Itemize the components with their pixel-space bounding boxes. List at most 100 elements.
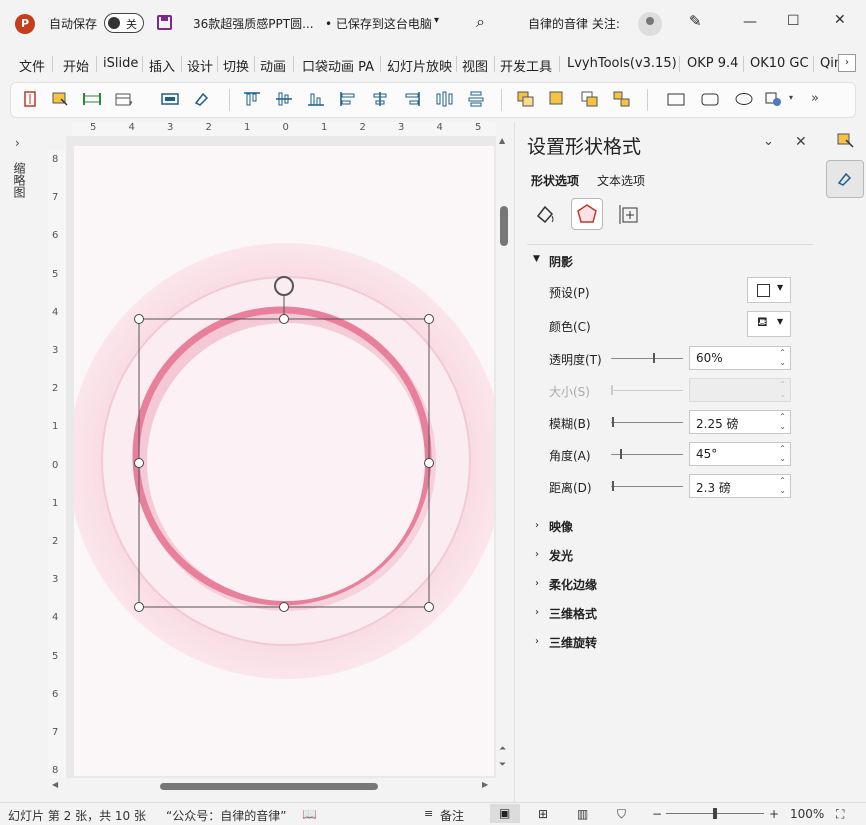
preset-dropdown[interactable]: ▼ (747, 277, 791, 303)
notes-icon[interactable]: ≡ (424, 807, 433, 820)
frame-icon[interactable] (161, 91, 179, 107)
angle-slider[interactable] (611, 449, 683, 459)
shadow-color-dropdown[interactable]: ⛾ ▼ (747, 311, 791, 337)
effects-tab-button[interactable] (571, 198, 603, 230)
angle-slider-thumb[interactable] (620, 449, 622, 459)
reading-view-icon[interactable]: ▥ (577, 807, 588, 821)
section-3d-format[interactable]: 三维格式 (549, 605, 597, 622)
rectangle-shape-icon[interactable] (667, 91, 685, 107)
pane-close-icon[interactable]: ✕ (795, 134, 807, 150)
tab-file[interactable]: 文件 (19, 56, 45, 75)
tab-okp[interactable]: OKP 9.4 (687, 56, 738, 71)
align-center-icon[interactable] (371, 91, 389, 107)
chevron-right-icon[interactable]: › (535, 549, 539, 560)
chevron-right-icon[interactable]: › (535, 607, 539, 618)
distance-slider-thumb[interactable] (612, 481, 614, 491)
grid-layout-icon[interactable]: ▾ (115, 91, 133, 107)
tab-islide[interactable]: iSlide (103, 56, 138, 71)
section-3d-rotation[interactable]: 三维旋转 (549, 634, 597, 651)
tab-animations[interactable]: 动画 (260, 56, 286, 75)
bring-forward-icon[interactable] (581, 91, 599, 107)
avatar[interactable] (638, 12, 662, 36)
chevron-right-icon[interactable]: › (535, 636, 539, 647)
resize-handle[interactable] (424, 314, 434, 324)
size-properties-icon[interactable] (617, 202, 641, 226)
expand-thumbnails-icon[interactable]: › (15, 136, 20, 150)
zoom-in-icon[interactable]: + (769, 807, 779, 821)
shape-fill-icon[interactable] (765, 91, 783, 107)
section-soft-edges[interactable]: 柔化边缘 (549, 576, 597, 593)
chevron-right-icon[interactable]: › (535, 578, 539, 589)
autosave-toggle[interactable]: 关 (104, 13, 144, 33)
spin-arrows-icon[interactable]: ⌃ ⌄ (779, 444, 786, 464)
tab-design[interactable]: 设计 (187, 56, 213, 75)
angle-input[interactable]: 45° ⌃ ⌄ (689, 442, 791, 466)
save-icon[interactable] (157, 15, 172, 30)
zoom-out-icon[interactable]: − (652, 807, 662, 821)
tab-lvyhtools[interactable]: LvyhTools(v3.15) (567, 56, 677, 71)
horizontal-scroll-thumb[interactable] (160, 783, 378, 790)
blur-slider-thumb[interactable] (612, 417, 614, 427)
slide-canvas[interactable] (74, 146, 494, 776)
section-shadow[interactable]: 阴影 (549, 253, 573, 270)
chevron-down-icon[interactable]: ▾ (789, 93, 793, 102)
section-glow[interactable]: 发光 (549, 547, 573, 564)
rounded-rectangle-icon[interactable] (701, 91, 719, 107)
spin-arrows-icon[interactable]: ⌃ ⌄ (779, 412, 786, 432)
zoom-slider-thumb[interactable] (713, 808, 717, 819)
align-bottom-icon[interactable] (307, 91, 325, 107)
notes-button[interactable]: 备注 (440, 807, 464, 824)
align-left-icon[interactable] (339, 91, 357, 107)
transparency-input[interactable]: 60% ⌃ ⌄ (689, 346, 791, 370)
chevron-down-icon[interactable]: ▼ (533, 254, 540, 264)
horizontal-ruler[interactable]: 5 4 3 2 1 0 1 2 3 4 5 (72, 122, 496, 136)
group-icon[interactable] (517, 91, 535, 107)
format-shape-rail-button[interactable] (826, 160, 864, 198)
tab-shape-options[interactable]: 形状选项 (531, 172, 579, 189)
resize-handle[interactable] (134, 314, 144, 324)
next-slide-icon[interactable]: ⏷ (499, 760, 506, 770)
resize-handle[interactable] (134, 458, 144, 468)
designer-pen-icon[interactable]: ✎ (689, 12, 702, 30)
tab-transitions[interactable]: 切换 (223, 56, 249, 75)
slide-sorter-icon[interactable]: ⊞ (538, 807, 548, 821)
align-right-icon[interactable] (403, 91, 421, 107)
document-title[interactable]: 36款超强质感PPT圆... (193, 15, 314, 32)
normal-view-button[interactable]: ▣ (490, 804, 520, 823)
section-reflection[interactable]: 映像 (549, 518, 573, 535)
tab-home[interactable]: 开始 (63, 56, 89, 75)
horizontal-scrollbar[interactable]: ◀ ▶ (48, 778, 496, 794)
transparency-slider[interactable] (611, 353, 683, 363)
resize-width-icon[interactable] (83, 91, 101, 107)
distance-slider[interactable] (611, 481, 683, 491)
close-icon[interactable]: ✕ (834, 12, 846, 28)
slideshow-icon[interactable]: ⛉ (617, 807, 626, 822)
accessibility-icon[interactable]: 📖 (302, 807, 317, 821)
scroll-up-icon[interactable]: ▲ (499, 136, 505, 145)
status-account-text[interactable]: “公众号：自律的音律” (166, 807, 286, 824)
align-distribute-icon[interactable] (21, 91, 39, 107)
tab-ok10[interactable]: OK10 GC (750, 56, 809, 71)
zoom-level[interactable]: 100% (790, 807, 824, 821)
spin-arrows-icon[interactable]: ⌃ ⌄ (779, 348, 786, 368)
distribute-horizontal-icon[interactable] (435, 91, 453, 107)
resize-handle[interactable] (279, 602, 289, 612)
select-shape-icon[interactable] (837, 132, 855, 150)
scroll-right-icon[interactable]: ▶ (482, 780, 488, 789)
scroll-left-icon[interactable]: ◀ (52, 780, 58, 789)
maximize-icon[interactable]: ☐ (787, 13, 800, 29)
format-painter-icon[interactable] (193, 91, 211, 107)
tab-slideshow[interactable]: 幻灯片放映 (387, 56, 452, 75)
minimize-icon[interactable]: — (743, 14, 757, 30)
ungroup-icon[interactable] (549, 91, 567, 107)
resize-handle[interactable] (279, 314, 289, 324)
tab-text-options[interactable]: 文本选项 (597, 172, 645, 189)
blur-input[interactable]: 2.25 磅 ⌃ ⌄ (689, 410, 791, 434)
vertical-scroll-thumb[interactable] (500, 206, 508, 246)
vertical-scrollbar[interactable]: ▲ ⏶ ⏷ (496, 136, 512, 778)
resize-handle[interactable] (424, 458, 434, 468)
vertical-ruler[interactable]: 8 7 6 5 4 3 2 1 0 1 2 3 4 5 6 7 8 (48, 150, 66, 778)
tab-developer[interactable]: 开发工具 (500, 56, 552, 75)
pane-options-chevron-icon[interactable]: ⌄ (763, 134, 774, 149)
fill-line-icon[interactable] (533, 202, 557, 226)
